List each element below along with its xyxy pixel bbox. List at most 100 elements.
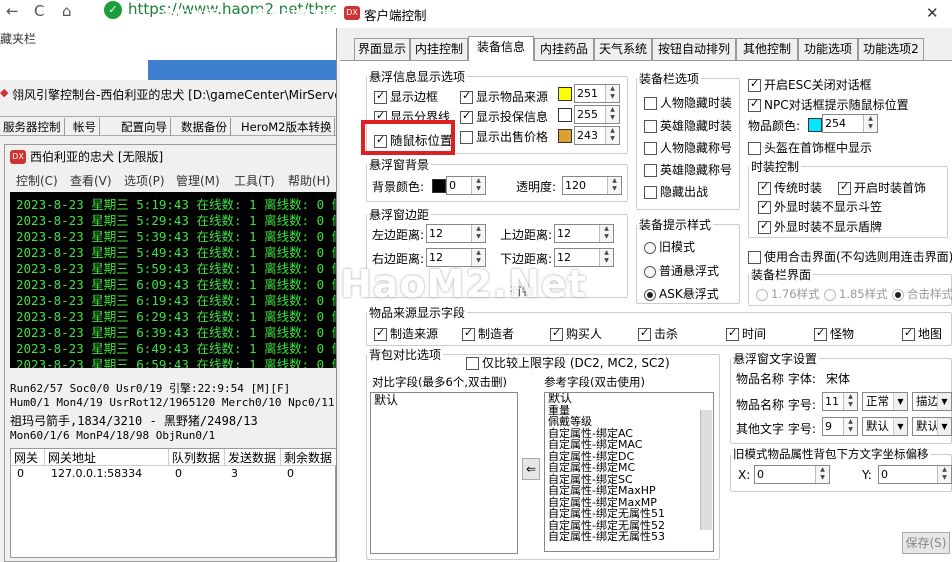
name-size-spin[interactable]: 11 ▲ ▼ — [822, 392, 858, 411]
radio[interactable] — [644, 265, 656, 278]
menu-options[interactable]: 选项(P) — [124, 172, 165, 189]
source-time-checkbox[interactable]: 时间 — [726, 325, 766, 342]
checkbox[interactable] — [638, 326, 651, 341]
tab-function-options[interactable]: 功能选项 — [798, 38, 858, 60]
source-color-swatch[interactable] — [558, 86, 572, 101]
hint-old-radio[interactable]: 旧模式 — [644, 238, 695, 255]
radio[interactable] — [756, 288, 768, 301]
hide-char-title-checkbox[interactable]: 人物隐藏称号 — [644, 139, 732, 156]
color-swatch[interactable] — [558, 128, 572, 143]
item-color-swatch[interactable] — [808, 117, 822, 132]
checkbox[interactable] — [644, 142, 657, 155]
checkbox[interactable] — [748, 77, 761, 92]
list-item[interactable]: 自定属性-绑定无属性53 — [545, 531, 713, 543]
tab-ui-display[interactable]: 界面显示 — [354, 38, 410, 60]
name-outline-select[interactable]: 描边 ▼ — [912, 392, 952, 411]
list-item[interactable]: 自定属性-绑定MAC — [545, 439, 713, 451]
invest-color-swatch[interactable] — [558, 107, 572, 122]
color-swatch[interactable] — [432, 178, 446, 193]
reload-icon[interactable]: C — [34, 2, 44, 20]
alpha-spin[interactable]: 120 ▲ ▼ — [562, 176, 622, 195]
tab-plugin-potion[interactable]: 内挂药品 — [534, 38, 594, 60]
list-item[interactable]: 自定属性-绑定MaxHP — [545, 485, 713, 497]
hide-hero-title-checkbox[interactable]: 英雄隐藏称号 — [644, 161, 732, 178]
source-color-spin[interactable]: 251 ▲ ▼ — [574, 84, 620, 103]
style-176-radio[interactable]: 1.76样式 — [756, 286, 820, 302]
top-margin-spin[interactable]: 12 ▲ ▼ — [554, 224, 614, 243]
invest-color-spin[interactable]: 255 ▲ ▼ — [574, 105, 620, 124]
list-scrollbar[interactable] — [700, 410, 712, 530]
close-icon[interactable]: ✕ — [926, 4, 939, 22]
offset-x-spin[interactable]: 0 ▲ ▼ — [754, 465, 830, 484]
bg-color-swatch[interactable] — [432, 178, 446, 193]
checkbox[interactable] — [814, 326, 827, 341]
menu-control[interactable]: 控制(C) — [16, 172, 58, 189]
hide-char-fashion-checkbox[interactable]: 人物隐藏时装 — [644, 94, 732, 111]
show-border-checkbox[interactable]: 显示边框 — [374, 88, 438, 105]
checkbox[interactable] — [644, 120, 657, 133]
other-size-spin[interactable]: 9 ▲ ▼ — [822, 417, 858, 436]
hide-battle-checkbox[interactable]: 隐藏出战 — [644, 183, 708, 200]
style-combine-radio[interactable]: 合击样式 — [892, 286, 952, 302]
home-icon[interactable]: ⌂ — [62, 2, 72, 20]
radio[interactable] — [892, 288, 904, 301]
checkbox[interactable] — [460, 109, 473, 124]
checkbox[interactable] — [644, 164, 657, 177]
tab-other-control[interactable]: 其他控制 — [736, 38, 798, 60]
menu-account[interactable]: 帐号 — [70, 118, 100, 136]
checkbox[interactable] — [644, 97, 657, 110]
source-maker-checkbox[interactable]: 制造来源 — [374, 325, 438, 342]
hide-cloak-checkbox[interactable]: 外显时装不显示斗笠 — [758, 198, 882, 215]
offset-y-spin[interactable]: 0 ▲ ▼ — [878, 465, 952, 484]
color-swatch[interactable] — [808, 117, 822, 132]
menu-config-wizard[interactable]: 配置向导 — [118, 118, 171, 136]
checkbox[interactable] — [758, 219, 771, 234]
checkbox[interactable] — [374, 326, 387, 341]
compare-field-list[interactable]: 默认 — [370, 392, 518, 554]
menu-herom2-convert[interactable]: HeroM2版本转换 — [238, 118, 336, 136]
npc-mouse-checkbox[interactable]: NPC对话框提示随鼠标位置 — [748, 96, 909, 113]
other-style-select[interactable]: 默认 ▼ — [862, 417, 908, 436]
save-button[interactable]: 保存(S) — [902, 532, 950, 554]
checkbox[interactable] — [374, 89, 387, 104]
checkbox[interactable] — [460, 89, 473, 104]
esc-close-checkbox[interactable]: 开启ESC关闭对话框 — [748, 76, 872, 93]
traditional-fashion-checkbox[interactable]: 传统时装 — [758, 179, 822, 196]
hide-hero-fashion-checkbox[interactable]: 英雄隐藏时装 — [644, 117, 732, 134]
show-invest-checkbox[interactable]: 显示投保信息 — [460, 108, 548, 125]
checkbox[interactable] — [726, 326, 739, 341]
open-fashion-jewel-checkbox[interactable]: 开启时装首饰 — [838, 179, 926, 196]
helmet-jewel-checkbox[interactable]: 头盔在首饰框中显示 — [748, 139, 872, 156]
name-font-value[interactable]: 宋体 — [826, 370, 850, 387]
checkbox[interactable] — [758, 199, 771, 214]
show-price-checkbox[interactable]: 显示出售价格 — [460, 128, 548, 145]
menu-help[interactable]: 帮助(H) — [288, 172, 330, 189]
checkbox[interactable] — [748, 251, 761, 264]
source-kill-checkbox[interactable]: 击杀 — [638, 325, 678, 342]
source-monster-checkbox[interactable]: 怪物 — [814, 325, 854, 342]
menu-view[interactable]: 查看(V) — [70, 172, 112, 189]
list-item[interactable]: 默认 — [371, 393, 517, 408]
tab-plugin-control[interactable]: 内挂控制 — [410, 38, 468, 60]
checkbox[interactable] — [758, 180, 771, 195]
source-buyer-checkbox[interactable]: 购买人 — [550, 325, 602, 342]
radio[interactable] — [644, 241, 656, 254]
color-swatch[interactable] — [558, 86, 572, 101]
combine-ui-checkbox[interactable]: 使用合击界面(不勾选则用连击界面) — [748, 248, 952, 265]
tab-button-arrange[interactable]: 按钮自动排列 — [652, 38, 736, 60]
checkbox[interactable] — [748, 97, 761, 112]
menu-data-backup[interactable]: 数据备份 — [178, 118, 231, 136]
price-color-spin[interactable]: 243 ▲ ▼ — [574, 126, 620, 145]
gw-col-remaining[interactable]: 剩余数据 — [281, 449, 337, 466]
radio[interactable] — [824, 288, 836, 301]
menu-server-control[interactable]: 服务器控制 — [0, 118, 65, 136]
hint-ask-radio[interactable]: ASK悬浮式 — [644, 285, 719, 302]
hide-shield-checkbox[interactable]: 外显时装不显示盾牌 — [758, 218, 882, 235]
left-margin-spin[interactable]: 12 ▲ ▼ — [426, 224, 486, 243]
reference-field-list[interactable]: 默认 重量 佩戴等级 自定属性-绑定AC 自定属性-绑定MAC 自定属性-绑定D… — [544, 392, 714, 552]
gw-col-gateway[interactable]: 网关 — [11, 449, 45, 466]
source-map-checkbox[interactable]: 地图 — [902, 325, 942, 342]
move-left-button[interactable]: ⇐ — [522, 458, 540, 480]
item-color-spin[interactable]: 254 ▲ ▼ — [822, 114, 878, 133]
style-185-radio[interactable]: 1.85样式 — [824, 286, 888, 302]
